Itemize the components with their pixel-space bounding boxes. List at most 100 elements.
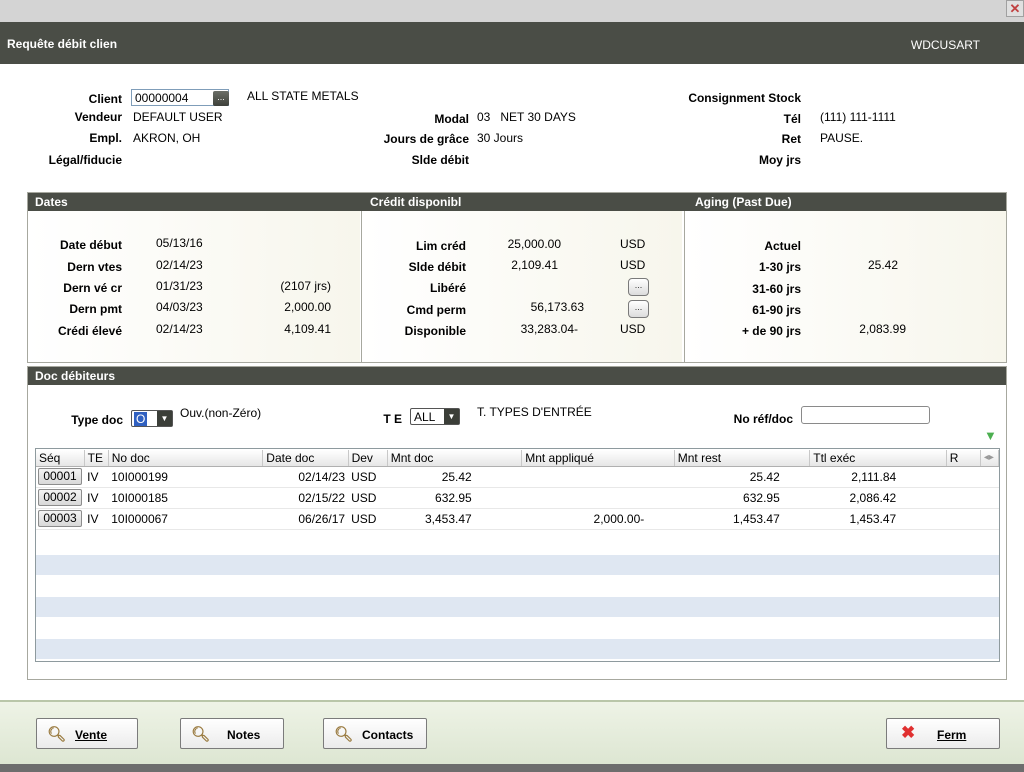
credit-row-value: 56,173.63 (530, 300, 584, 314)
client-label: Client (88, 92, 122, 106)
aging-row-label: + de 90 jrs (741, 324, 801, 338)
vente-button[interactable]: 🔍︎ Vente (36, 718, 138, 749)
seq-button[interactable]: 00001 (38, 468, 82, 485)
credit-row-currency: USD (620, 322, 646, 336)
applique-cell (521, 466, 675, 488)
window-bottom-edge (0, 764, 1024, 772)
column-header[interactable]: Mnt doc (387, 450, 523, 467)
footer-bar (0, 700, 1024, 764)
dates-row-extra: 4,109.41 (284, 322, 331, 336)
nodoc-cell: 10I000199 (108, 466, 263, 488)
documents-header-bar (28, 367, 1006, 385)
ret-label: Ret (781, 132, 801, 146)
dev-cell: USD (348, 466, 388, 488)
credit-row-value: 25,000.00 (507, 237, 561, 251)
credit-row-label: Disponible (404, 324, 466, 338)
client-name: ALL STATE METALS (247, 89, 359, 103)
vendeur-value: DEFAULT USER (133, 110, 223, 124)
filter-triangle-icon[interactable]: ▼ (984, 428, 997, 443)
contacts-label: Contacts (362, 728, 414, 742)
column-header[interactable]: R (946, 450, 981, 467)
program-code: WDCUSART (910, 38, 980, 52)
te-label: T E (383, 412, 402, 426)
type-doc-description: Ouv.(non-Zéro) (180, 406, 262, 420)
dates-row-extra: 2,000.00 (284, 300, 331, 314)
empl-label: Empl. (89, 131, 122, 145)
column-header[interactable]: Mnt rest (674, 450, 811, 467)
vendeur-label: Vendeur (74, 110, 122, 124)
summary-header-bar (28, 193, 1006, 211)
table-row[interactable]: 00002 IV 10I000185 02/15/22 USD 632.95 6… (36, 487, 999, 509)
client-lookup-button[interactable]: ... (213, 91, 229, 106)
table-row[interactable]: 00003 IV 10I000067 06/26/17 USD 3,453.47… (36, 508, 999, 530)
credit-row-label: Cmd perm (406, 303, 466, 317)
cmd-perm-details-button[interactable]: ... (628, 300, 649, 318)
column-resize-icon[interactable]: ◂▸ (980, 450, 1000, 467)
te-select[interactable]: ALL ▼ (410, 408, 460, 425)
credit-row-value: 33,283.04- (520, 322, 578, 336)
dates-row-extra: (2107 jrs) (280, 279, 331, 293)
dates-row-label: Crédi élevé (57, 324, 122, 338)
dates-row-date: 01/31/23 (156, 279, 203, 293)
seq-button[interactable]: 00002 (38, 489, 82, 506)
date-cell: 02/14/23 (262, 466, 349, 488)
te-description: T. TYPES D'ENTRÉE (477, 405, 592, 419)
ref-doc-input[interactable] (801, 406, 930, 424)
documents-table: Séq TE No doc Date doc Dev Mnt doc Mnt a… (36, 450, 1000, 530)
dates-row-date: 05/13/16 (156, 236, 203, 250)
credit-title: Crédit disponibl (370, 195, 462, 209)
aging-row-label: 1-30 jrs (758, 260, 801, 274)
jours-value: 30 Jours (477, 131, 524, 145)
magnifier-icon: 🔍︎ (47, 726, 67, 743)
close-window-button[interactable]: ✕ (1006, 0, 1024, 17)
column-header[interactable]: No doc (108, 450, 264, 467)
title-bar: Requête débit clien WDCUSART (0, 22, 1024, 64)
ret-value: PAUSE. (820, 131, 864, 145)
credit-row-label: Lim créd (415, 239, 466, 253)
r-cell (946, 466, 981, 488)
te-cell: IV (84, 487, 109, 509)
table-header-row: Séq TE No doc Date doc Dev Mnt doc Mnt a… (36, 450, 1000, 467)
type-doc-value: O (134, 412, 148, 426)
modal-label: Modal (434, 112, 469, 126)
table-row[interactable]: 00001 IV 10I000199 02/14/23 USD 25.42 25… (36, 466, 999, 488)
column-header[interactable]: Ttl exéc (809, 450, 947, 467)
magnifier-icon: 🔍︎ (334, 726, 354, 743)
contacts-button[interactable]: 🔍︎ Contacts (323, 718, 427, 749)
credit-row-value: 2,109.41 (511, 258, 558, 272)
dev-cell: USD (348, 487, 388, 509)
column-header[interactable]: Dev (348, 450, 388, 467)
seq-button[interactable]: 00003 (38, 510, 82, 527)
chevron-down-icon: ▼ (157, 411, 172, 426)
window-title: Requête débit clien (7, 37, 118, 51)
tel-value: (111) 111-1111 (820, 110, 896, 124)
r-cell (946, 508, 981, 530)
ref-label: No réf/doc (733, 412, 793, 426)
credit-row-label: Slde débit (408, 260, 466, 274)
ttl-cell: 1,453.47 (809, 508, 947, 530)
notes-button[interactable]: 🔍︎ Notes (180, 718, 284, 749)
aging-row-label: Actuel (764, 239, 801, 253)
aging-title: Aging (Past Due) (695, 195, 792, 209)
close-icon: ✖ (901, 723, 916, 742)
type-doc-select[interactable]: O ▼ (131, 410, 173, 427)
aging-row-value: 25.42 (867, 258, 898, 272)
column-header[interactable]: Date doc (262, 450, 349, 467)
consignment-label: Consignment Stock (688, 91, 801, 105)
rest-cell: 25.42 (674, 466, 810, 488)
libere-details-button[interactable]: ... (628, 278, 649, 296)
column-header[interactable]: TE (84, 450, 109, 467)
aging-row-value: 2,083.99 (859, 322, 906, 336)
column-header[interactable]: Séq (36, 450, 85, 467)
jours-label: Jours de grâce (383, 132, 469, 146)
ttl-cell: 2,111.84 (809, 466, 947, 488)
aging-row-label: 61-90 jrs (752, 303, 801, 317)
grid-empty-row (36, 597, 999, 617)
divider (684, 211, 685, 362)
ferm-button[interactable]: ✖ Ferm (886, 718, 1000, 749)
mnt-cell: 632.95 (387, 487, 522, 509)
rest-cell: 632.95 (674, 487, 810, 509)
ttl-cell: 2,086.42 (809, 487, 947, 509)
column-header[interactable]: Mnt appliqué (521, 450, 675, 467)
aging-row-label: 31-60 jrs (752, 282, 801, 296)
